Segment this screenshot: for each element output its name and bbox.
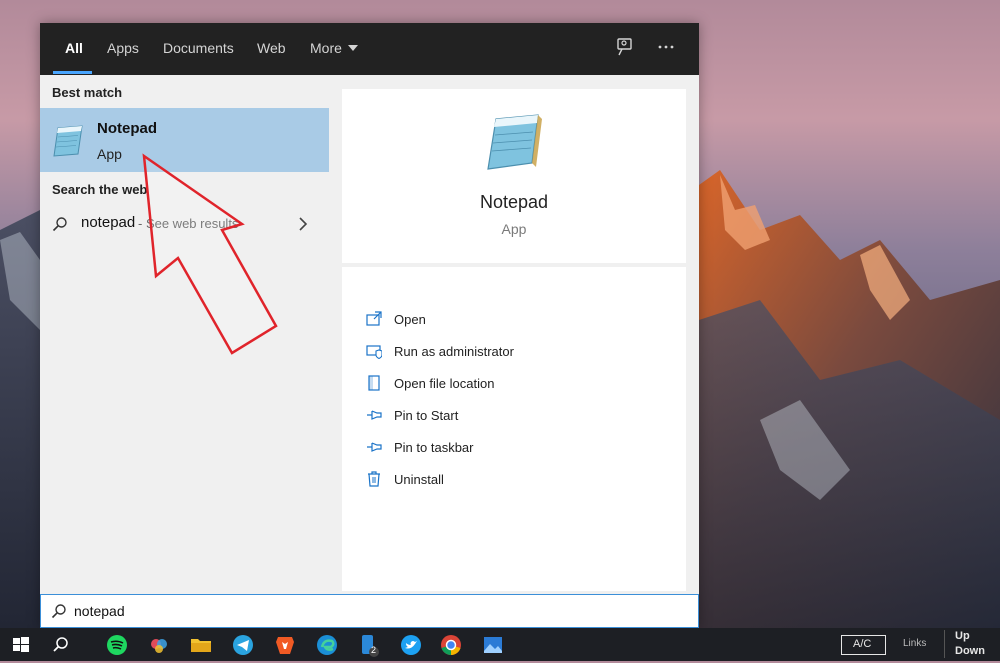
brave-icon[interactable] xyxy=(272,632,298,658)
links-toolbar[interactable]: Links xyxy=(903,638,926,649)
search-icon[interactable] xyxy=(48,632,74,658)
tray-divider xyxy=(944,630,945,658)
ac-label: A/C xyxy=(853,638,872,650)
file-explorer-icon[interactable] xyxy=(188,632,214,658)
windows-start-icon[interactable] xyxy=(8,632,34,658)
image-viewer-icon[interactable] xyxy=(480,632,506,658)
network-up-label: Up xyxy=(955,630,970,642)
telegram-icon[interactable] xyxy=(230,632,256,658)
annotation-arrow xyxy=(142,153,278,355)
phone-app-icon[interactable]: 2 xyxy=(356,632,382,658)
taskbar: 2 A/C Links Up Down xyxy=(0,628,1000,661)
spotify-icon[interactable] xyxy=(104,632,130,658)
ac-status[interactable]: A/C xyxy=(841,635,886,655)
chrome-icon[interactable] xyxy=(438,632,464,658)
phone-app-badge: 2 xyxy=(371,645,377,655)
network-down-label: Down xyxy=(955,645,985,657)
edge-icon[interactable] xyxy=(314,632,340,658)
twitter-icon[interactable] xyxy=(398,632,424,658)
photos-app-icon[interactable] xyxy=(146,632,172,658)
